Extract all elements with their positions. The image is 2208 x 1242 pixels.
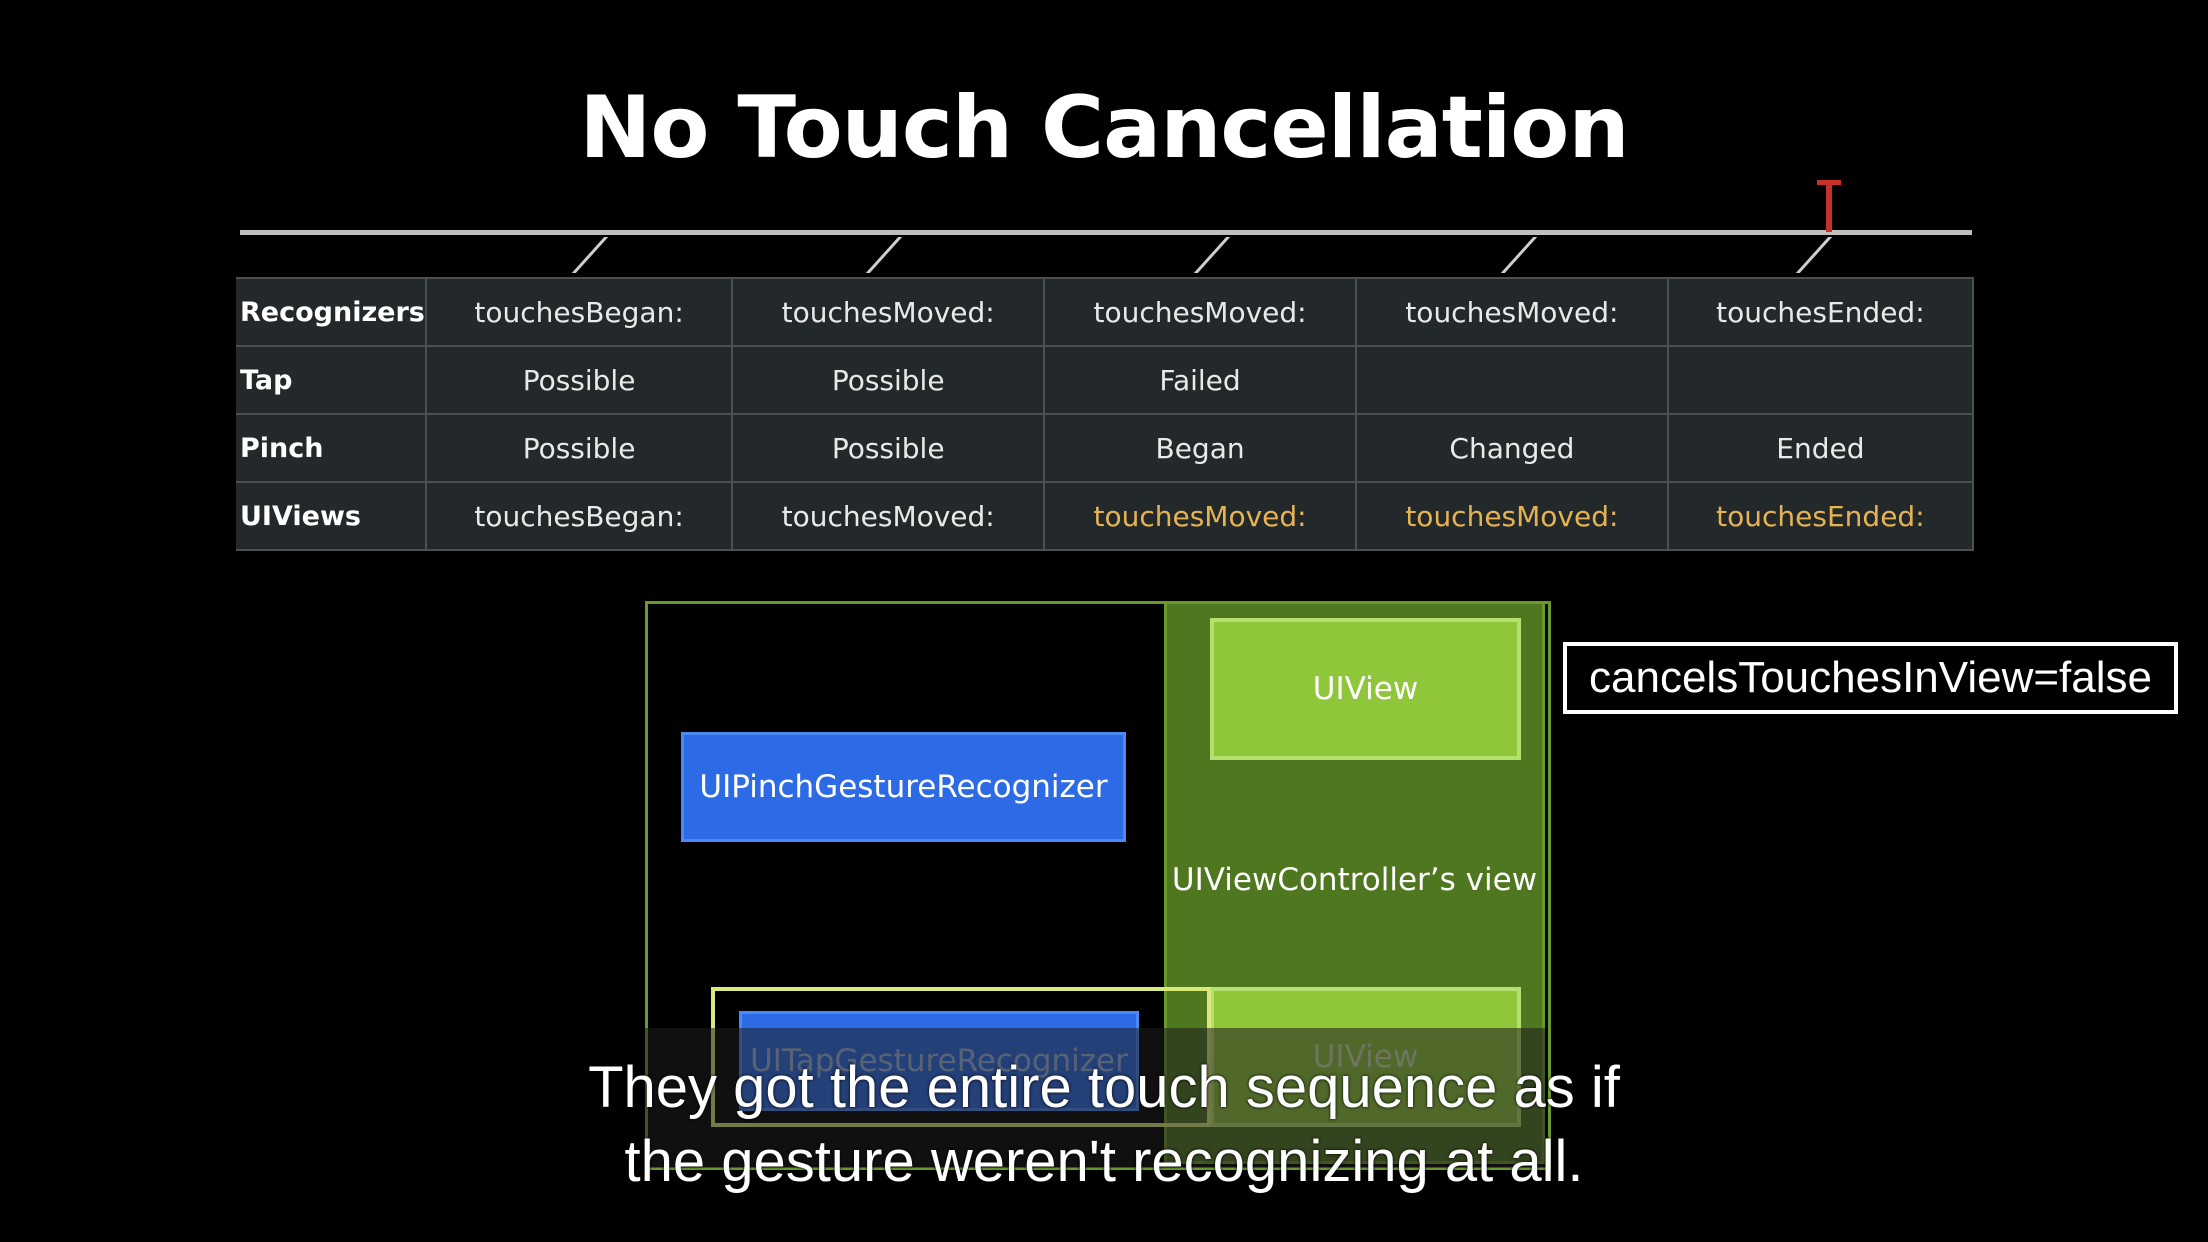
caption-line-2: the gesture weren't recognizing at all. <box>624 1129 1584 1194</box>
viewcontroller-view-label: UIViewController’s view <box>1171 862 1538 898</box>
table-row-recognizers: Recognizers touchesBegan: touchesMoved: … <box>236 277 1975 347</box>
row-label: Pinch <box>236 414 427 483</box>
table-cell-highlighted: touchesEnded: <box>1667 482 1975 551</box>
row-label: Tap <box>236 346 427 415</box>
table-cell: touchesMoved: <box>732 277 1046 347</box>
table-cell: touchesMoved: <box>1355 277 1669 347</box>
table-cell: Changed <box>1355 414 1669 483</box>
table-cell: Possible <box>732 414 1046 483</box>
table-cell: Failed <box>1044 346 1357 415</box>
uiview-top: UIView <box>1210 618 1521 760</box>
table-cell-highlighted: touchesMoved: <box>1044 482 1357 551</box>
timeline-marker <box>1826 180 1832 232</box>
table-cell: touchesEnded: <box>1667 277 1975 347</box>
table-cell: Possible <box>425 346 734 415</box>
pinch-recognizer-box: UIPinchGestureRecognizer <box>681 732 1126 842</box>
timeline-tick-2 <box>865 237 903 273</box>
table-cell <box>1355 346 1669 415</box>
table-cell: touchesBegan: <box>425 482 734 551</box>
table-cell: Ended <box>1667 414 1975 483</box>
table-row-tap: Tap Possible Possible Failed <box>236 346 1975 415</box>
timeline-tick-3 <box>1193 237 1231 273</box>
timeline-tick-5 <box>1795 237 1833 273</box>
timeline-tick-4 <box>1500 237 1538 273</box>
row-label: UIViews <box>236 482 427 551</box>
timeline-tick-1 <box>571 237 609 273</box>
table-cell: Possible <box>425 414 734 483</box>
row-label: Recognizers <box>236 277 427 347</box>
table-cell: Began <box>1044 414 1357 483</box>
table-row-uiviews: UIViews touchesBegan: touchesMoved: touc… <box>236 482 1975 551</box>
slide-title: No Touch Cancellation <box>579 78 1629 178</box>
table-cell-highlighted: touchesMoved: <box>1355 482 1669 551</box>
timeline-axis <box>240 230 1972 235</box>
table-row-pinch: Pinch Possible Possible Began Changed En… <box>236 414 1975 483</box>
subtitle-caption: They got the entire touch sequence as if… <box>0 1051 2208 1199</box>
caption-line-1: They got the entire touch sequence as if <box>588 1055 1620 1120</box>
cancels-touches-badge: cancelsTouchesInView=false <box>1563 642 2178 714</box>
table-cell <box>1667 346 1975 415</box>
table-cell: touchesMoved: <box>732 482 1046 551</box>
table-cell: touchesBegan: <box>425 277 734 347</box>
table-cell: Possible <box>732 346 1046 415</box>
table-cell: touchesMoved: <box>1044 277 1357 347</box>
event-table: Recognizers touchesBegan: touchesMoved: … <box>236 277 1975 551</box>
